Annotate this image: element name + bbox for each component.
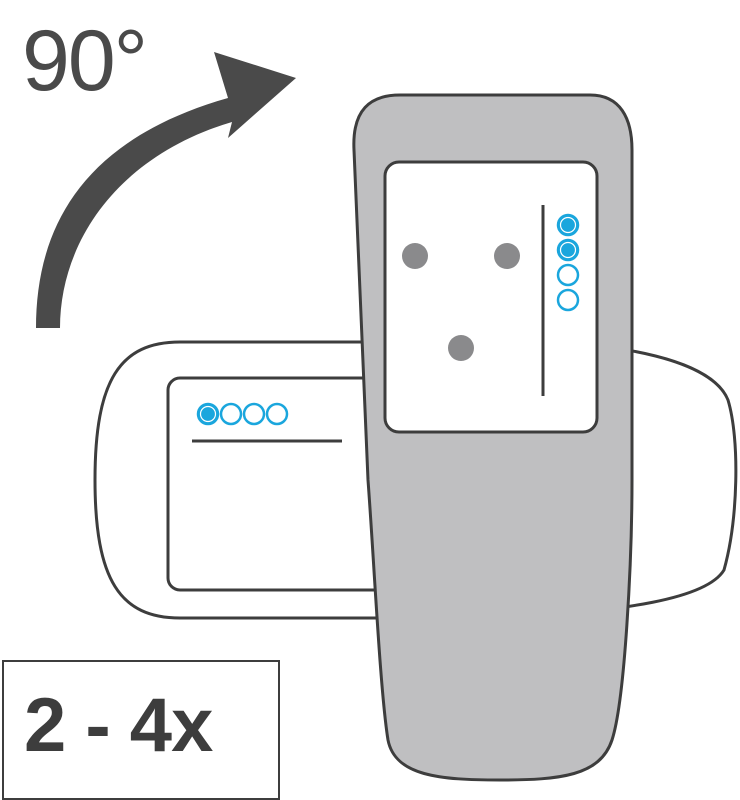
marker-dot <box>402 243 428 269</box>
indicator-light-off <box>556 263 580 287</box>
indicator-light-off <box>265 402 289 426</box>
indicator-light-off <box>556 288 580 312</box>
repeat-count-box: 2 - 4x <box>2 660 280 800</box>
indicator-light-off <box>219 402 243 426</box>
illustration: 90° 2 - 4x <box>0 0 740 800</box>
marker-dot <box>448 335 474 361</box>
indicator-light-off <box>242 402 266 426</box>
rotation-angle-label: 90° <box>22 13 148 109</box>
marker-dot <box>494 243 520 269</box>
repeat-count-label: 2 - 4x <box>24 683 213 768</box>
